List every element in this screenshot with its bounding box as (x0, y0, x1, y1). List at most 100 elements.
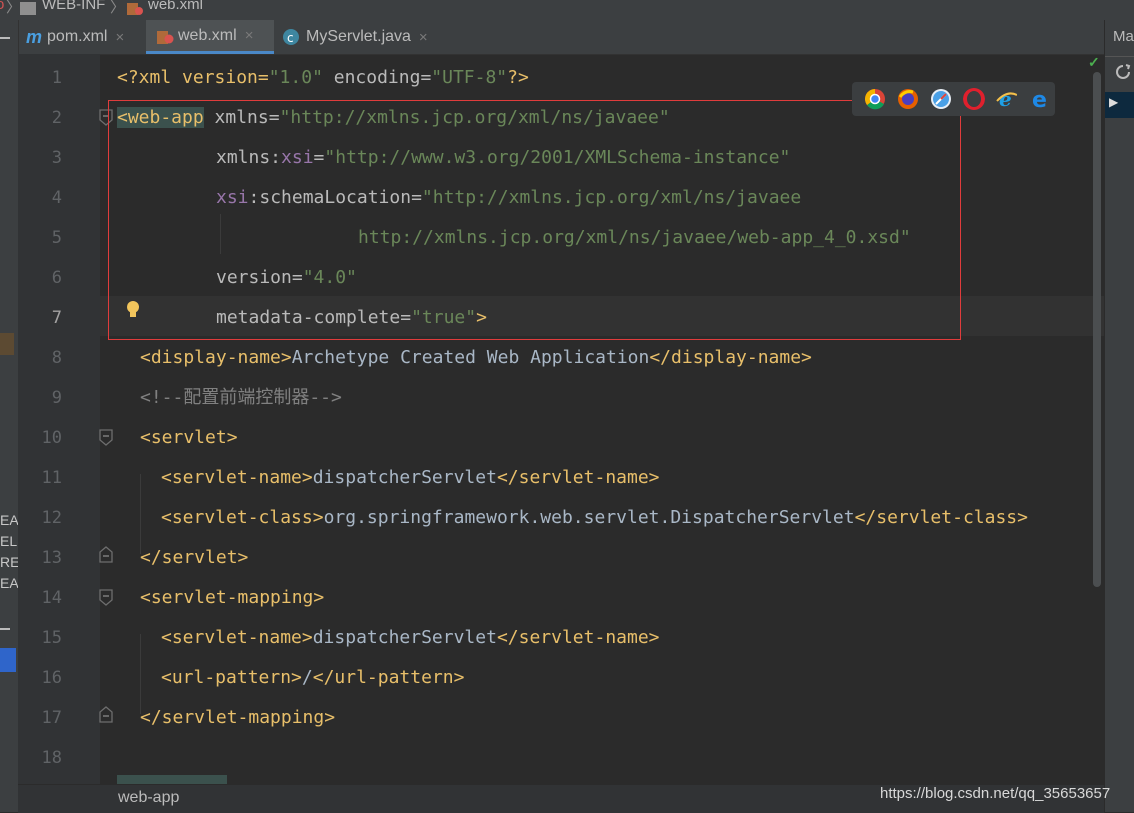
folder-icon (20, 2, 36, 15)
label-fragment: EA (0, 512, 19, 528)
line-number: 14 (41, 588, 62, 608)
java-class-icon: c (283, 29, 299, 45)
svg-text:e: e (999, 88, 1012, 110)
tag-name: <url-pattern> (161, 667, 302, 688)
chevron-right-icon: 〉 (6, 0, 22, 16)
selected-item-marker (0, 648, 16, 672)
tag-highlight-bottom (117, 775, 227, 784)
line-number: 17 (41, 708, 62, 728)
line-number: 13 (41, 548, 62, 568)
triangle-right-icon: ▶ (1109, 95, 1119, 109)
code-line-15: <servlet-name>dispatcherServlet</servlet… (161, 626, 660, 650)
tag-text: / (301, 667, 313, 688)
line-number: 5 (51, 228, 62, 248)
watermark-text: https://blog.csdn.net/qq_35653657 (880, 785, 1111, 802)
partial-labels: EA EL RE EA (0, 510, 19, 594)
internet-explorer-icon[interactable]: e (996, 88, 1018, 110)
tag-name: </servlet-mapping> (140, 707, 336, 728)
maven-panel: Ma ▶ (1105, 20, 1134, 812)
xml-comment: <!--配置前端控制器--> (140, 387, 342, 408)
code-line-8: <display-name>Archetype Created Web Appl… (140, 346, 812, 370)
breadcrumb-file[interactable]: web.xml (148, 0, 203, 13)
code-line-1: <?xml version="1.0" encoding="UTF-8"?> (117, 66, 529, 90)
close-icon[interactable]: × (245, 27, 254, 44)
minimize-icon[interactable] (0, 37, 10, 39)
line-number: 10 (41, 428, 62, 448)
minimize-icon[interactable] (0, 628, 10, 630)
code-line-12: <servlet-class>org.springframework.web.s… (161, 506, 1028, 530)
code-line-11: <servlet-name>dispatcherServlet</servlet… (161, 466, 660, 490)
attr-value: "UTF-8" (431, 67, 508, 88)
code-line-13: </servlet> (140, 546, 248, 570)
label-fragment: EL (0, 533, 18, 549)
editor-breadcrumb-bar: web-app https://blog.csdn.net/qq_3565365… (18, 784, 1110, 813)
line-number: 7 (51, 308, 62, 328)
tag-text: dispatcherServlet (312, 627, 497, 648)
tag-name: </url-pattern> (312, 667, 465, 688)
line-number: 12 (41, 508, 62, 528)
breadcrumb-edge-icon: o (0, 0, 5, 13)
vertical-scrollbar[interactable] (1093, 72, 1101, 587)
tag-name: <servlet-mapping> (140, 587, 325, 608)
chrome-icon[interactable] (864, 88, 886, 110)
tag-text: org.springframework.web.servlet.Dispatch… (323, 507, 855, 528)
xml-file-icon (126, 0, 144, 16)
line-number-gutter: 1 2 3 4 5 6 7 8 9 10 11 12 13 14 15 16 1… (18, 54, 139, 784)
firefox-icon[interactable] (897, 88, 919, 110)
edge-icon[interactable]: e (1029, 88, 1051, 110)
divider (1105, 56, 1134, 57)
checkmark-icon[interactable]: ✓ (1088, 54, 1100, 71)
tag-name: </servlet-name> (496, 627, 660, 648)
xml-path[interactable]: web-app (118, 789, 179, 807)
label-fragment: RE (0, 554, 20, 570)
indent-guide (140, 474, 141, 554)
code-line-9: <!--配置前端控制器--> (140, 386, 342, 410)
indent-guide (140, 634, 141, 714)
tag-name: </servlet-name> (496, 467, 660, 488)
tab-web-xml[interactable]: web.xml × (146, 20, 274, 54)
line-number: 15 (41, 628, 62, 648)
line-number: 3 (51, 148, 62, 168)
xml-prolog-end: ?> (507, 67, 529, 88)
close-icon[interactable]: × (419, 29, 428, 46)
tag-name: <servlet-name> (161, 467, 313, 488)
safari-icon[interactable] (930, 88, 952, 110)
line-number: 11 (41, 468, 62, 488)
opera-icon[interactable] (963, 88, 985, 110)
code-line-14: <servlet-mapping> (140, 586, 324, 610)
tab-label: web.xml (178, 26, 237, 44)
selection-marker (0, 333, 14, 355)
tab-label: MyServlet.java (306, 28, 411, 45)
tag-name: <servlet> (140, 427, 238, 448)
tag-name: </servlet> (140, 547, 249, 568)
tag-name: <display-name> (140, 347, 292, 368)
line-number: 1 (51, 68, 62, 88)
xml-prolog: <?xml version= (117, 67, 269, 88)
breadcrumb-folder[interactable]: WEB-INF (42, 0, 105, 13)
tab-pom-xml[interactable]: m pom.xml × (26, 20, 144, 54)
chevron-right-icon: 〉 (110, 0, 126, 16)
line-number: 8 (51, 348, 62, 368)
editor-tab-bar: m pom.xml × web.xml × c MyServlet.java × (18, 20, 1104, 55)
svg-text:e: e (1032, 88, 1047, 110)
code-line-10: <servlet> (140, 426, 238, 450)
browser-preview-toolbar: e e (852, 82, 1055, 116)
tab-myservlet-java[interactable]: c MyServlet.java × (282, 20, 452, 54)
project-panel-edge: EA EL RE EA (0, 20, 19, 812)
tree-row-selected[interactable]: ▶ (1105, 92, 1134, 118)
label-fragment: EA (0, 575, 19, 591)
attr-value: "1.0" (268, 67, 323, 88)
close-icon[interactable]: × (115, 29, 124, 46)
annotation-highlight-box (108, 100, 961, 340)
line-number: 16 (41, 668, 62, 688)
line-number: 2 (51, 108, 62, 128)
refresh-icon[interactable] (1115, 64, 1131, 80)
tag-name: </display-name> (649, 347, 812, 368)
tag-text: dispatcherServlet (312, 467, 497, 488)
code-line-17: </servlet-mapping> (140, 706, 335, 730)
tag-name: <servlet-class> (161, 507, 324, 528)
line-number: 6 (51, 268, 62, 288)
tag-text: Archetype Created Web Application (291, 347, 650, 368)
line-number: 4 (51, 188, 62, 208)
tag-name: <servlet-name> (161, 627, 313, 648)
